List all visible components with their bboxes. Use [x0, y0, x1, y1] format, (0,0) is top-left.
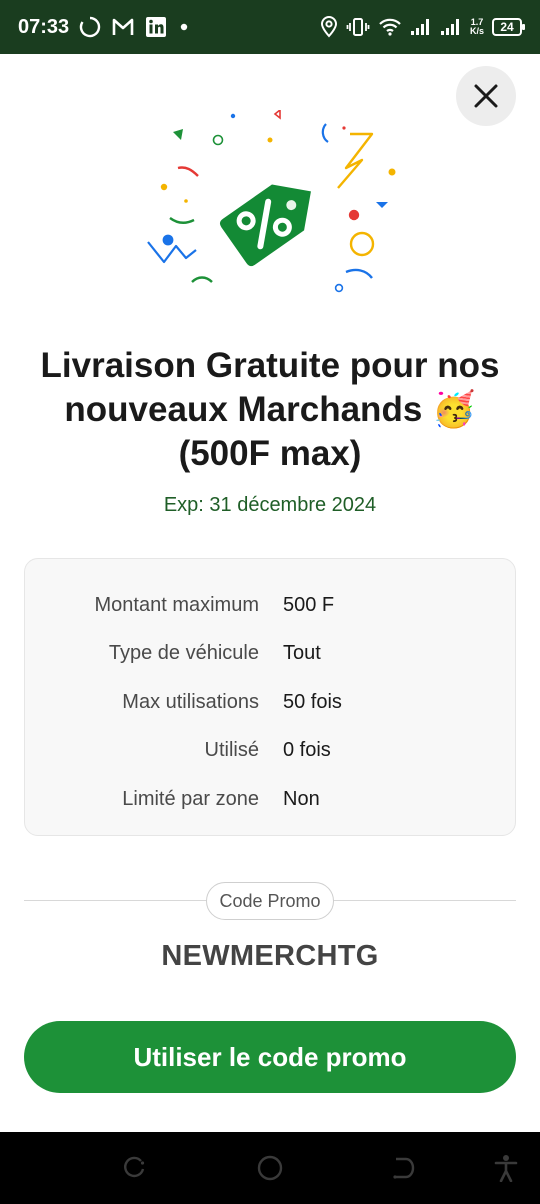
detail-label: Type de véhicule — [108, 642, 259, 665]
detail-value: 0 fois — [283, 739, 331, 762]
back-icon[interactable] — [390, 1154, 418, 1182]
detail-label: Utilisé — [204, 739, 259, 762]
wifi-icon — [378, 17, 402, 37]
dot-icon — [177, 20, 191, 34]
promo-sheet: Livraison Gratuite pour nos nouveaux Mar… — [0, 54, 540, 1132]
home-icon[interactable] — [256, 1154, 284, 1182]
detail-row-max-uses: Max utilisations 50 fois — [25, 678, 515, 727]
battery-level: 24 — [500, 20, 514, 34]
vibrate-icon — [346, 17, 370, 37]
detail-value: 500 F — [283, 593, 335, 616]
promo-title-line3: (500F max) — [178, 434, 362, 473]
confetti-graphic — [147, 108, 396, 293]
promo-code-label: Code Promo — [206, 882, 334, 920]
battery-icon: 24 — [492, 18, 525, 36]
status-time: 07:33 — [18, 15, 70, 38]
linkedin-icon — [145, 16, 167, 38]
promo-title-line2: nouveaux Marchands 🥳 — [64, 390, 476, 429]
hero-illustration — [140, 108, 410, 310]
promo-details-card: Montant maximum 500 F Type de véhicule T… — [24, 558, 516, 836]
promo-code[interactable]: NEWMERCHTG — [0, 940, 540, 973]
detail-row-zone-limited: Limité par zone Non — [25, 775, 515, 824]
network-speed-unit: K/s — [469, 26, 484, 36]
navigation-bar — [0, 1132, 540, 1204]
detail-value: Non — [283, 787, 320, 810]
detail-label: Limité par zone — [122, 787, 259, 810]
detail-row-used: Utilisé 0 fois — [25, 727, 515, 776]
detail-value: Tout — [283, 642, 321, 665]
detail-label: Max utilisations — [122, 690, 259, 713]
expiry-date: Exp: 31 décembre 2024 — [163, 494, 377, 516]
status-bar: 07:33 1.7 K/s 24 — [0, 0, 540, 54]
accessibility-icon[interactable] — [492, 1154, 520, 1182]
loading-circle-icon — [79, 16, 101, 38]
close-icon — [473, 83, 499, 109]
recent-apps-icon[interactable] — [121, 1154, 149, 1182]
promo-title: Livraison Gratuite pour nos nouveaux Mar… — [20, 344, 520, 476]
promo-title-line1: Livraison Gratuite pour nos — [40, 346, 500, 385]
close-button[interactable] — [456, 66, 516, 126]
network-speed: 1.7 K/s — [470, 18, 484, 36]
gmail-icon — [111, 17, 135, 37]
detail-row-max-amount: Montant maximum 500 F — [25, 581, 515, 630]
detail-row-vehicle-type: Type de véhicule Tout — [25, 630, 515, 679]
use-promo-code-button[interactable]: Utiliser le code promo — [24, 1021, 516, 1093]
signal-icon — [410, 17, 432, 37]
location-icon — [320, 16, 338, 38]
detail-label: Montant maximum — [94, 593, 260, 616]
detail-value: 50 fois — [283, 690, 342, 713]
signal-icon-2 — [440, 17, 462, 37]
